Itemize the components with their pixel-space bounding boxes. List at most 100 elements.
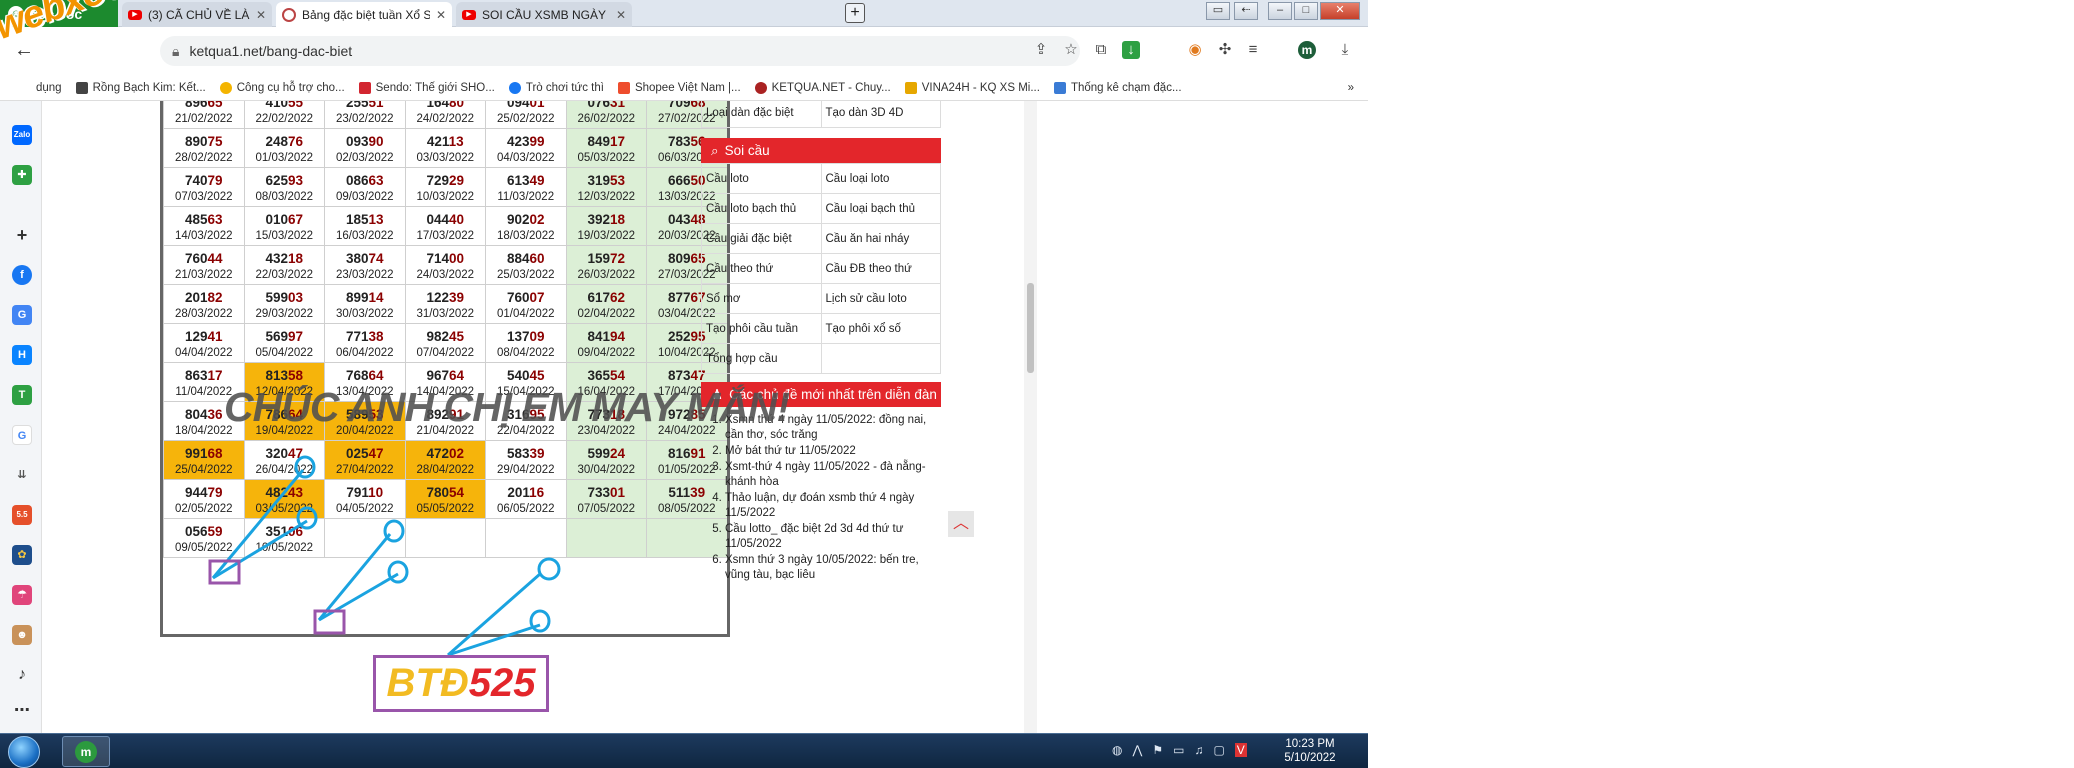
window-close-button[interactable]: ✕	[1320, 2, 1360, 20]
result-date: 11/04/2022	[175, 385, 233, 398]
media-icon[interactable]: ≡	[1244, 41, 1262, 59]
scrollbar-thumb[interactable]	[1027, 283, 1034, 373]
soicau-link[interactable]: Lịch sử cầu loto	[820, 283, 941, 314]
result-cell: 89914 30/03/2022	[324, 284, 406, 324]
game-avatar-icon[interactable]: ☻	[12, 625, 32, 645]
soicau-link[interactable]: Tạo phôi cầu tuần	[701, 313, 822, 344]
flag-icon[interactable]: ⚑	[1152, 743, 1163, 757]
results-table: 89665 21/02/2022 41055 22/02/2022 25551 23/02…	[163, 101, 727, 558]
result-number: 89665	[184, 101, 223, 110]
maximize-button[interactable]: □	[1294, 2, 1318, 20]
zalo-icon[interactable]: Zalo	[12, 125, 32, 145]
add-icon[interactable]: +	[12, 225, 32, 245]
result-cell: 43218 22/03/2022	[243, 245, 325, 285]
google-icon[interactable]: G	[12, 425, 32, 445]
new-tab-button[interactable]: +	[845, 3, 865, 23]
close-icon[interactable]: ✕	[616, 8, 626, 22]
soicau-link[interactable]: Tổng hợp cầu	[701, 343, 822, 374]
results-row: 89665 21/02/2022 41055 22/02/2022 25551 23/02…	[163, 101, 727, 129]
address-bar[interactable]: 🔒︎ ketqua1.net/bang-dac-biet	[160, 36, 1080, 66]
result-number: 47202	[426, 445, 465, 461]
profile-avatar[interactable]: m	[1298, 41, 1316, 59]
extension-badge-icon[interactable]: ⧉	[1092, 41, 1110, 59]
tab-bang-dac-biet[interactable]: Bảng đặc biệt tuần Xổ Số Tru ✕	[276, 2, 452, 27]
close-icon[interactable]: ✕	[436, 8, 446, 22]
forum-topic-link[interactable]: Xsmn thứ 3 ngày 10/05/2022: bến tre, vũn…	[725, 553, 933, 583]
forum-topic-link[interactable]: Cầu lotto_ đặc biệt 2d 3d 4d thứ tư 11/0…	[725, 522, 933, 552]
lotus-icon[interactable]: ✿	[12, 545, 32, 565]
bookmark-item[interactable]: Công cụ hỗ trợ cho...	[219, 81, 345, 94]
soicau-link[interactable]: Cầu ăn hai nháy	[820, 223, 941, 254]
translate-icon[interactable]: G	[12, 305, 32, 325]
soicau-link[interactable]: Cầu theo thứ	[701, 253, 822, 284]
umbrella-icon[interactable]: ☂	[12, 585, 32, 605]
picture-icon[interactable]: ▭	[1206, 2, 1230, 20]
link-tao-dan[interactable]: Tạo dàn 3D 4D	[820, 101, 941, 128]
soicau-link[interactable]: Cầu loại bạch thủ	[820, 193, 941, 224]
result-number: 61762	[587, 289, 626, 305]
bookmark-item[interactable]: Trò chơi tức thì	[508, 81, 604, 94]
download-icon[interactable]: ⤓	[1336, 41, 1354, 59]
minimize-button[interactable]: –	[1268, 2, 1292, 20]
soicau-link[interactable]: Cầu loại loto	[820, 163, 941, 194]
result-number: 58953	[345, 406, 384, 422]
result-cell: 89291 21/04/2022	[404, 401, 486, 441]
soicau-link[interactable]: Tạo phôi xổ số	[820, 313, 941, 344]
monitor-icon[interactable]: ▭	[1173, 743, 1184, 757]
coccoc-extension-icon[interactable]: ◉	[1186, 41, 1204, 59]
soicau-link[interactable]: Cầu giải đặc biệt	[701, 223, 822, 254]
forum-topic-link[interactable]: Xsmt-thứ 4 ngày 11/05/2022 - đà nẵng-khá…	[725, 460, 933, 490]
bookmark-item[interactable]: VINA24H - KQ XS Mi...	[904, 81, 1040, 94]
soicau-link[interactable]: Sổ mơ	[701, 283, 822, 314]
tab-youtube-2[interactable]: ▶ SOI CẦU XSMB NGÀY 11/05 ✕	[456, 2, 632, 27]
volume-icon[interactable]: ♫	[1194, 743, 1203, 757]
share-icon[interactable]: ⇪	[1032, 41, 1050, 59]
scroll-top-button[interactable]: ︿	[948, 511, 974, 537]
more-icon[interactable]: ⋯	[12, 701, 32, 721]
gamepad-icon[interactable]: ✚	[12, 165, 32, 185]
soicau-link[interactable]: Cầu loto	[701, 163, 822, 194]
result-cell: 15972 26/03/2022	[565, 245, 647, 285]
bookmark-item[interactable]: Shopee Việt Nam |...	[617, 81, 741, 94]
download-green-icon[interactable]: ↓	[1122, 41, 1140, 59]
result-number: 73301	[587, 484, 626, 500]
taskbar-clock[interactable]: 10:23 PM 5/10/2022	[1280, 737, 1340, 765]
bookmark-item[interactable]: Sendo: Thế giới SHO...	[358, 81, 495, 94]
t-app-icon[interactable]: T	[12, 385, 32, 405]
result-number: 48563	[184, 211, 223, 227]
forum-topic-link[interactable]: Mở bát thứ tư 11/05/2022	[725, 444, 933, 459]
more-bookmarks-icon[interactable]: »	[1348, 82, 1354, 94]
soicau-link[interactable]: Cầu ĐB theo thứ	[820, 253, 941, 284]
globe-icon[interactable]: ◍	[1112, 743, 1122, 757]
tab-youtube-1[interactable]: ▶ (3) CÃ CHỦ VỀ LÀNG | PHIM ✕	[122, 2, 272, 27]
right-column: Loại dàn đặc biệt Tạo dàn 3D 4D ⌕ Soi cầ…	[701, 101, 943, 584]
start-button[interactable]	[8, 736, 40, 768]
facebook-icon[interactable]: f	[12, 265, 32, 285]
bookmark-item[interactable]: Thống kê chạm đặc...	[1053, 81, 1182, 94]
download-icon[interactable]: ⇊	[12, 465, 32, 485]
bookmark-item[interactable]: KETQUA.NET - Chuy...	[754, 81, 891, 94]
result-number: 08663	[345, 172, 384, 188]
result-cell: 48243 03/05/2022	[243, 479, 325, 519]
bell-icon[interactable]: ♪	[12, 665, 32, 685]
app-v-icon[interactable]: V	[1234, 743, 1247, 757]
back-icon[interactable]: ⇠	[1234, 2, 1258, 20]
forum-topic-link[interactable]: Thảo luận, dự đoán xsmb thứ 4 ngày 11/5/…	[725, 491, 933, 521]
page-scrollbar[interactable]	[1024, 101, 1037, 733]
display-icon[interactable]: ▢	[1213, 743, 1224, 757]
result-date: 07/03/2022	[174, 190, 233, 203]
forum-topic-link[interactable]: Xsmn thứ 4 ngày 11/05/2022: đồng nai, cầ…	[725, 413, 933, 443]
bookmark-item[interactable]: Rồng Bạch Kim: Kết...	[75, 81, 206, 94]
taskbar-coccoc[interactable]: m	[62, 736, 110, 767]
bookmark-item[interactable]: dụng	[36, 82, 62, 94]
back-arrow-icon[interactable]: ←	[14, 39, 34, 62]
sale-icon[interactable]: 5.5	[12, 505, 32, 525]
network-icon[interactable]: ⋀	[1132, 743, 1142, 757]
puzzle-icon[interactable]: ✣	[1216, 41, 1234, 59]
h-app-icon[interactable]: H	[12, 345, 32, 365]
close-icon[interactable]: ✕	[256, 8, 266, 22]
soicau-link[interactable]: Cầu loto bạch thủ	[701, 193, 822, 224]
link-loai-dan[interactable]: Loại dàn đặc biệt	[701, 101, 822, 128]
coccoc-menu-button[interactable]: ☺ cốc cốc	[0, 0, 118, 27]
star-icon[interactable]: ☆	[1062, 41, 1080, 59]
